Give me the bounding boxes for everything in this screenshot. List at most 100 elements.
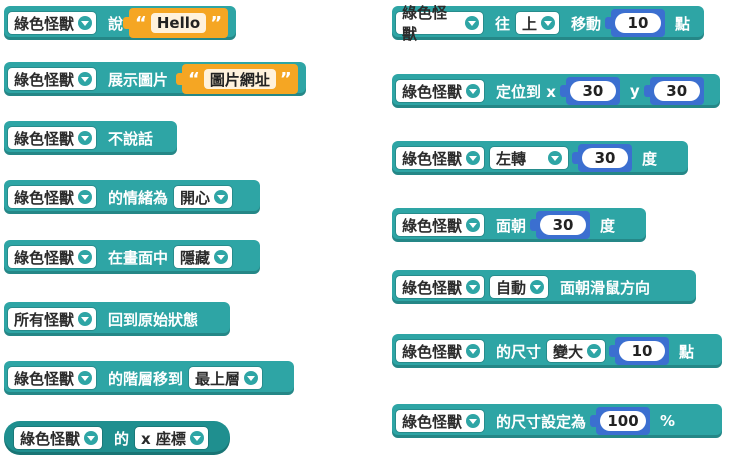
chevron-down-icon: [244, 371, 259, 385]
sprite-dropdown[interactable]: 綠色怪獸: [8, 246, 97, 268]
move-steps-input[interactable]: 10: [614, 13, 661, 33]
all-sprites-dropdown[interactable]: 所有怪獸: [8, 308, 97, 330]
face-degrees-input[interactable]: 30: [540, 215, 587, 235]
reset-label: 回到原始狀態: [108, 310, 199, 329]
chevron-down-icon: [466, 414, 481, 428]
face-degrees-slot[interactable]: 30: [530, 211, 591, 239]
size-change-dropdown[interactable]: 變大: [547, 340, 606, 362]
layer-option: 最上層: [195, 369, 241, 388]
visibility-dropdown[interactable]: 隱藏: [174, 246, 233, 268]
direction-dropdown[interactable]: 上: [515, 12, 559, 34]
image-url-slot[interactable]: “ 圖片網址 ”: [176, 64, 298, 94]
size-change-value-slot[interactable]: 10: [609, 337, 670, 365]
chevron-down-icon: [530, 280, 545, 294]
chevron-down-icon: [466, 84, 481, 98]
chevron-down-icon: [78, 190, 93, 204]
close-quote-icon: ”: [210, 12, 223, 34]
goto-block[interactable]: 綠色怪獸 定位到 x 30 y 30: [392, 74, 720, 108]
open-quote-icon: “: [188, 68, 200, 90]
move-block[interactable]: 綠色怪獸 往 上 移動 10 點: [392, 4, 704, 43]
mood-block[interactable]: 綠色怪獸 的情緒為 開心: [4, 180, 260, 214]
layer-label: 的階層移到: [108, 369, 184, 388]
sprite-dropdown[interactable]: 綠色怪獸: [396, 276, 485, 298]
move-unit: 點: [674, 14, 690, 33]
goto-label: 定位到 x: [496, 82, 556, 101]
goto-x-input[interactable]: 30: [569, 81, 616, 101]
chevron-down-icon: [214, 250, 229, 264]
chevron-down-icon: [540, 16, 555, 30]
auto-face-block[interactable]: 綠色怪獸 自動 面朝滑鼠方向: [392, 270, 696, 304]
turn-degrees-slot[interactable]: 30: [572, 144, 633, 172]
sprite-dropdown[interactable]: 綠色怪獸: [8, 68, 97, 90]
size-set-input[interactable]: 100: [600, 411, 647, 431]
layer-block[interactable]: 綠色怪獸 的階層移到 最上層: [4, 361, 294, 395]
sprite-dropdown[interactable]: 綠色怪獸: [8, 367, 97, 389]
show-image-block[interactable]: 綠色怪獸 展示圖片 “ 圖片網址 ”: [4, 62, 306, 96]
face-direction-block[interactable]: 綠色怪獸 面朝 30 度: [392, 208, 646, 242]
size-change-unit: 點: [679, 342, 695, 361]
sprite-label: 綠色怪獸: [14, 248, 75, 267]
turn-direction-dropdown[interactable]: 左轉: [490, 147, 569, 169]
sprite-label: 綠色怪獸: [402, 216, 463, 235]
say-text-input[interactable]: Hello: [150, 13, 207, 33]
stop-talking-block[interactable]: 綠色怪獸 不說話: [4, 121, 177, 155]
sprite-dropdown[interactable]: 綠色怪獸: [396, 147, 485, 169]
sprite-label: 綠色怪獸: [14, 188, 75, 207]
sprite-label: 綠色怪獸: [402, 82, 463, 101]
sprite-dropdown[interactable]: 綠色怪獸: [8, 186, 97, 208]
direction-option: 上: [521, 14, 537, 33]
goto-y-slot[interactable]: 30: [643, 77, 704, 105]
sprite-label: 綠色怪獸: [20, 429, 81, 448]
auto-face-label: 面朝滑鼠方向: [560, 278, 651, 297]
chevron-down-icon: [466, 151, 481, 165]
sprite-dropdown[interactable]: 綠色怪獸: [396, 80, 485, 102]
sprite-label: 綠色怪獸: [402, 4, 448, 43]
goto-y-input[interactable]: 30: [653, 81, 700, 101]
turn-degrees-input[interactable]: 30: [582, 148, 629, 168]
size-set-unit: %: [660, 412, 676, 430]
sprite-dropdown[interactable]: 綠色怪獸: [396, 214, 485, 236]
visibility-block[interactable]: 綠色怪獸 在畫面中 隱藏: [4, 240, 260, 274]
reset-block[interactable]: 所有怪獸 回到原始狀態: [4, 302, 230, 336]
sprite-dropdown[interactable]: 綠色怪獸: [8, 127, 97, 149]
size-change-block[interactable]: 綠色怪獸 的尺寸 變大 10 點: [392, 334, 722, 368]
sprite-label: 綠色怪獸: [402, 412, 463, 431]
sprite-dropdown[interactable]: 綠色怪獸: [396, 340, 485, 362]
chevron-down-icon: [587, 344, 602, 358]
layer-dropdown[interactable]: 最上層: [189, 367, 263, 389]
goto-x-slot[interactable]: 30: [559, 77, 620, 105]
size-set-value-slot[interactable]: 100: [590, 407, 651, 435]
size-change-input[interactable]: 10: [619, 341, 666, 361]
chevron-down-icon: [78, 72, 93, 86]
turn-direction-option: 左轉: [496, 149, 527, 168]
sprite-label: 綠色怪獸: [14, 70, 75, 89]
sprite-label: 綠色怪獸: [14, 14, 75, 33]
size-set-label: 的尺寸設定為: [496, 412, 587, 431]
sprite-label: 綠色怪獸: [14, 129, 75, 148]
chevron-down-icon: [466, 218, 481, 232]
coordinate-option: x 座標: [141, 429, 186, 448]
coordinate-dropdown[interactable]: x 座標: [135, 427, 208, 449]
mood-dropdown[interactable]: 開心: [174, 186, 233, 208]
sprite-label: 綠色怪獸: [402, 342, 463, 361]
size-set-block[interactable]: 綠色怪獸 的尺寸設定為 100 %: [392, 404, 722, 438]
auto-face-option: 自動: [496, 278, 527, 297]
sprite-dropdown[interactable]: 綠色怪獸: [8, 12, 97, 34]
chevron-down-icon: [78, 371, 93, 385]
position-reporter-block[interactable]: 綠色怪獸 的 x 座標: [4, 421, 230, 455]
chevron-down-icon: [548, 151, 563, 165]
move-steps-slot[interactable]: 10: [604, 9, 665, 37]
auto-face-dropdown[interactable]: 自動: [490, 276, 549, 298]
chevron-down-icon: [214, 190, 229, 204]
chevron-down-icon: [466, 344, 481, 358]
image-url-input[interactable]: 圖片網址: [203, 69, 276, 89]
sprite-dropdown[interactable]: 綠色怪獸: [396, 4, 483, 43]
say-block[interactable]: 綠色怪獸 說 “ Hello ”: [4, 6, 237, 40]
turn-block[interactable]: 綠色怪獸 左轉 30 度: [392, 141, 688, 175]
sprite-dropdown[interactable]: 綠色怪獸: [14, 427, 103, 449]
say-text-slot[interactable]: “ Hello ”: [123, 8, 229, 38]
sprite-dropdown[interactable]: 綠色怪獸: [396, 410, 485, 432]
sprite-label: 綠色怪獸: [402, 149, 463, 168]
mood-option: 開心: [180, 188, 211, 207]
chevron-down-icon: [84, 431, 99, 445]
